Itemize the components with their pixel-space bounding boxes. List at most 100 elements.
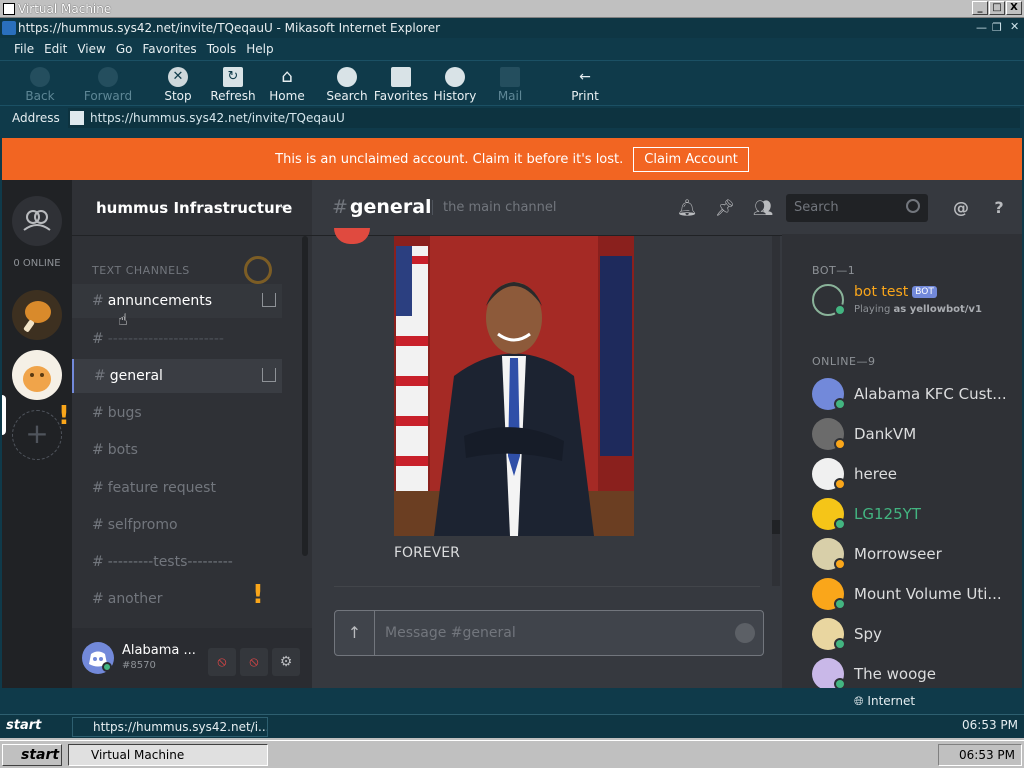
channel-annuncements[interactable]: # annuncements <box>72 284 282 318</box>
status-dot <box>834 558 846 570</box>
search-placeholder: Search <box>794 200 839 215</box>
host-taskbar: start Virtual Machine 06:53 PM <box>0 740 1024 768</box>
print-button[interactable]: ← Print <box>557 65 613 105</box>
start-button[interactable]: start <box>2 744 62 766</box>
invite-icon[interactable] <box>262 293 276 307</box>
hash-icon: # <box>92 480 104 496</box>
history-button[interactable]: History <box>427 65 483 105</box>
channel-separator-1[interactable]: # ----------------------- <box>72 322 282 356</box>
message-avatar[interactable] <box>334 228 370 244</box>
member-item[interactable]: Alabama KFC Cust... <box>812 374 1012 414</box>
pin-icon[interactable]: 📌︎ <box>714 198 736 220</box>
channel-general[interactable]: # general <box>72 359 282 393</box>
hash-icon: # <box>92 293 104 309</box>
chevron-down-icon[interactable]: ⌄ <box>276 196 288 212</box>
member-bot-test[interactable]: bot test BOT Playing as yellowbot/v1 <box>812 280 1012 320</box>
browser-minimize-icon[interactable]: — <box>976 21 987 34</box>
channel-selfpromo[interactable]: # selfpromo <box>72 508 282 542</box>
claim-account-button[interactable]: Claim Account <box>633 146 749 172</box>
stop-icon: ✕ <box>168 67 188 87</box>
hash-icon: # <box>92 517 104 533</box>
forward-button[interactable]: Forward <box>80 65 136 105</box>
maximize-button[interactable]: □ <box>989 1 1005 15</box>
guild-chicken-icon[interactable] <box>12 290 62 340</box>
channel-tests-separator[interactable]: # ---------tests--------- <box>72 545 282 579</box>
member-item[interactable]: Mount Volume Uti... <box>812 574 1012 614</box>
guild-hummus-icon[interactable] <box>12 350 62 400</box>
address-input[interactable]: https://hummus.sys42.net/invite/TQeqauU <box>68 108 1020 128</box>
channel-another[interactable]: # another <box>72 582 282 616</box>
chat-scroll-thumb[interactable] <box>772 520 780 534</box>
mail-icon <box>500 67 520 87</box>
hash-icon: # <box>92 442 104 458</box>
upload-icon[interactable]: ↑ <box>335 611 375 655</box>
mute-mic-icon[interactable]: ⦸ <box>208 648 236 676</box>
refresh-button[interactable]: ↻ Refresh <box>205 65 261 105</box>
menu-favorites[interactable]: Favorites <box>142 42 196 56</box>
security-zone: 🌐︎ Internet <box>854 694 916 708</box>
search-input[interactable]: Search <box>786 194 928 222</box>
settings-gear-icon[interactable]: ⚙ <box>272 648 300 676</box>
loading-ring-icon <box>244 256 272 284</box>
stop-button[interactable]: ✕ Stop <box>150 65 206 105</box>
friends-home-icon[interactable] <box>12 196 62 246</box>
browser-toolbar: Back Forward ✕ Stop ↻ Refresh ⌂ Home Sea… <box>0 60 1024 106</box>
member-item[interactable]: Morrowseer <box>812 534 1012 574</box>
member-name: DankVM <box>854 425 917 443</box>
search-button[interactable]: Search <box>319 65 375 105</box>
message-input[interactable]: ↑ Message #general <box>334 610 764 656</box>
home-icon: ⌂ <box>281 66 293 87</box>
menu-edit[interactable]: Edit <box>44 42 67 56</box>
browser-restore-icon[interactable]: ❐ <box>992 21 1002 34</box>
inner-clock: 06:53 PM <box>962 718 1018 732</box>
channel-bots[interactable]: # bots <box>72 433 282 467</box>
channel-feature-request[interactable]: # feature request <box>72 471 282 505</box>
inner-task-browser[interactable]: https://hummus.sys42.net/i... <box>72 717 268 737</box>
mail-button[interactable]: Mail <box>482 65 538 105</box>
browser-close-icon[interactable]: ✕ <box>1010 20 1019 33</box>
favorites-icon <box>391 67 411 87</box>
member-item[interactable]: Spy <box>812 614 1012 654</box>
member-name: Mount Volume Uti... <box>854 585 1002 603</box>
menu-go[interactable]: Go <box>116 42 133 56</box>
menu-view[interactable]: View <box>77 42 105 56</box>
member-name: The wooge <box>854 665 937 683</box>
back-label: Back <box>25 89 55 103</box>
inner-start-button[interactable]: start <box>6 718 41 733</box>
menu-tools[interactable]: Tools <box>207 42 237 56</box>
member-activity: Playing as yellowbot/v1 <box>854 304 982 315</box>
discord-app: This is an unclaimed account. Claim it b… <box>2 138 1022 688</box>
add-server-icon[interactable]: + <box>12 410 62 460</box>
close-button[interactable]: X <box>1006 1 1022 15</box>
member-item[interactable]: The wooge <box>812 654 1012 688</box>
member-item[interactable]: DankVM <box>812 414 1012 454</box>
address-label: Address <box>12 111 60 125</box>
channel-scrollbar[interactable] <box>302 236 308 556</box>
members-icon[interactable]: 👥︎ <box>752 198 774 220</box>
menu-help[interactable]: Help <box>246 42 273 56</box>
message-image[interactable] <box>394 236 634 536</box>
channel-label: ----------------------- <box>107 331 224 347</box>
bell-icon[interactable]: 🔔︎ <box>676 198 698 220</box>
chat-scrollbar[interactable] <box>772 236 780 586</box>
help-icon[interactable]: ? <box>988 198 1010 220</box>
task-virtual-machine[interactable]: Virtual Machine <box>68 744 268 766</box>
back-button[interactable]: Back <box>12 65 68 105</box>
menu-file[interactable]: File <box>14 42 34 56</box>
history-label: History <box>433 89 477 103</box>
deafen-icon[interactable]: ⦸ <box>240 648 268 676</box>
favorites-button[interactable]: Favorites <box>373 65 429 105</box>
member-item[interactable]: heree <box>812 454 1012 494</box>
invite-icon[interactable] <box>262 368 276 382</box>
channel-bugs[interactable]: # bugs <box>72 396 282 430</box>
category-text-channels[interactable]: TEXT CHANNELS <box>92 264 190 277</box>
activity-game: as yellowbot/v1 <box>893 304 982 315</box>
mention-icon[interactable]: @ <box>950 198 972 220</box>
home-button[interactable]: ⌂ Home <box>259 65 315 105</box>
minimize-button[interactable]: _ <box>972 1 988 15</box>
member-item[interactable]: LG125YT <box>812 494 1012 534</box>
forward-arrow-icon <box>98 67 118 87</box>
server-header[interactable]: hummus Infrastructure ⌄ <box>72 180 312 236</box>
emoji-icon[interactable] <box>735 623 755 643</box>
ie-icon <box>2 21 16 35</box>
